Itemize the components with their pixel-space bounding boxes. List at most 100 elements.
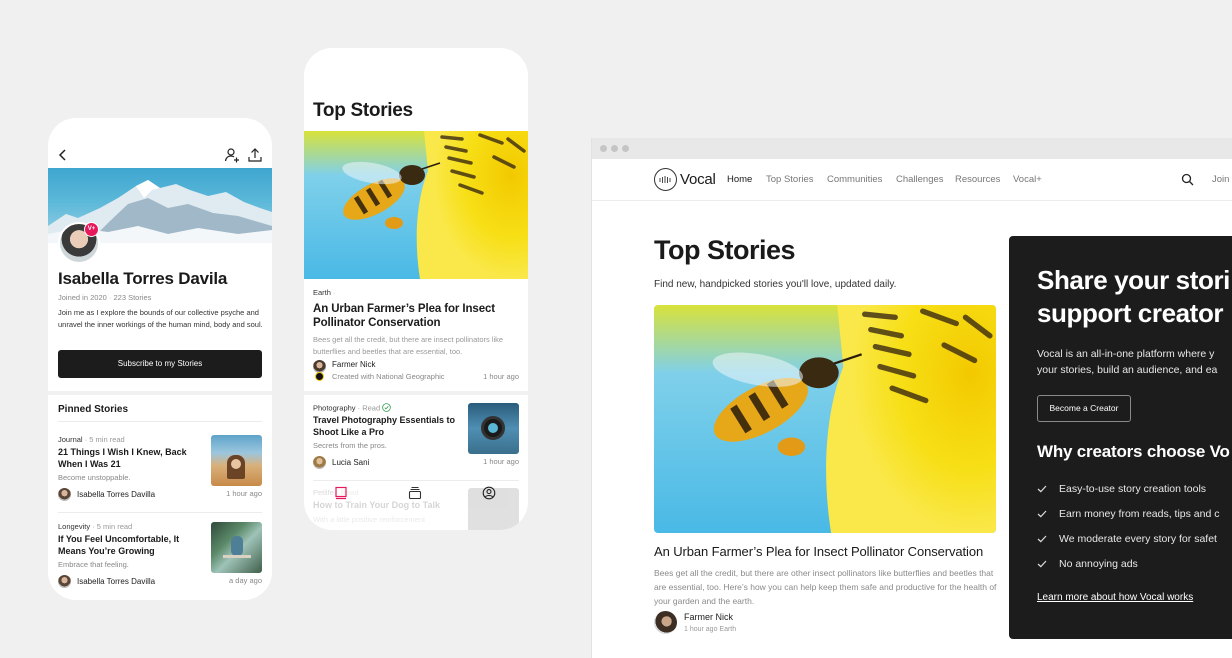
featured-story-excerpt: Bees get all the credit, but there are o… <box>654 568 997 606</box>
feature-item: No annoying ads <box>1037 558 1220 583</box>
featured-story[interactable]: Earth · An Urban Farmer’s Plea for Insec… <box>313 288 519 357</box>
story-time: 1 hour ago <box>483 372 519 381</box>
divider <box>58 512 262 513</box>
promo-heading-line: Share your stori <box>1037 265 1230 295</box>
learn-more-link[interactable]: Learn more about how Vocal works <box>1037 592 1193 603</box>
back-arrow-icon[interactable] <box>56 148 70 162</box>
story-category: Earth <box>313 288 331 297</box>
collections-icon[interactable] <box>408 486 422 500</box>
nav-resources[interactable]: Resources <box>955 174 1000 185</box>
divider <box>58 421 262 422</box>
window-minimize-button[interactable] <box>611 145 618 152</box>
featured-story-title[interactable]: An Urban Farmer’s Plea for Insect Pollin… <box>654 544 983 559</box>
read-check-icon <box>382 403 391 412</box>
bottom-tab-bar <box>304 486 528 504</box>
story-thumbnail[interactable] <box>468 403 519 454</box>
nav-vocal-plus[interactable]: Vocal+ <box>1013 174 1042 185</box>
page-subtitle: Find new, handpicked stories you'll love… <box>654 279 897 290</box>
feed-title: Top Stories <box>313 100 413 121</box>
promo-body-line: Vocal is an all-in-one platform where y <box>1037 348 1215 360</box>
bee-on-sunflower-image <box>304 131 528 279</box>
feed-phone: Top Stories Earth · An Urban Farmer’s Pl… <box>304 48 528 530</box>
author-name[interactable]: Isabella Torres Davilla <box>77 490 155 499</box>
browser-window: Vocal Home Top Stories Communities Chall… <box>591 138 1232 658</box>
profile-name: Isabella Torres Davila <box>58 269 228 288</box>
become-creator-button[interactable]: Become a Creator <box>1037 395 1131 422</box>
section-divider <box>304 391 528 395</box>
promo-body: Vocal is an all-in-one platform where y … <box>1037 346 1232 378</box>
author-avatar[interactable] <box>58 487 71 501</box>
feed-icon[interactable] <box>334 486 348 500</box>
feature-text: Easy-to-use story creation tools <box>1059 483 1207 495</box>
follow-user-icon[interactable] <box>224 147 240 163</box>
author-avatar[interactable] <box>58 574 71 588</box>
feature-text: We moderate every story for safet <box>1059 533 1217 545</box>
story-title[interactable]: 21 Things I Wish I Knew, Back When I Was… <box>58 447 203 470</box>
featured-author: Farmer Nick Created with National Geogra… <box>313 359 519 383</box>
story-title[interactable]: If You Feel Uncomfortable, It Means You’… <box>58 534 203 557</box>
divider <box>313 480 519 481</box>
page-title: Top Stories <box>654 235 796 265</box>
story-thumbnail[interactable] <box>211 435 262 486</box>
feature-item: Earn money from reads, tips and c <box>1037 508 1220 533</box>
story-list-item[interactable]: Journal · 5 min read 21 Things I Wish I … <box>58 435 262 507</box>
national-geographic-badge <box>315 372 324 381</box>
story-subtitle: With a little positive reinforcement <box>313 515 426 524</box>
nav-home[interactable]: Home <box>727 174 752 185</box>
subscribe-button[interactable]: Subscribe to my Stories <box>58 350 262 378</box>
featured-story-image[interactable] <box>654 305 996 533</box>
author-name[interactable]: Farmer Nick <box>684 612 733 622</box>
author-avatar[interactable] <box>313 455 326 469</box>
brand-name: Vocal <box>680 171 716 188</box>
vocal-plus-badge: V+ <box>84 222 99 237</box>
story-list-item[interactable]: Photography · Read Travel Photography Es… <box>313 403 519 478</box>
story-meta: 1 hour ago Earth <box>684 626 737 633</box>
story-subtitle: Become unstoppable. <box>58 473 131 482</box>
window-maximize-button[interactable] <box>622 145 629 152</box>
check-icon <box>1037 485 1047 493</box>
story-thumbnail[interactable] <box>211 522 262 573</box>
site-header: Vocal Home Top Stories Communities Chall… <box>592 159 1232 201</box>
profile-bio: Join me as I explore the bounds of our c… <box>58 308 263 329</box>
vocal-logo-icon <box>654 168 677 191</box>
check-icon <box>1037 510 1047 518</box>
check-icon <box>1037 535 1047 543</box>
promo-heading-line: support creator <box>1037 298 1224 328</box>
promo-heading: Share your stori support creator <box>1037 264 1232 330</box>
search-icon[interactable] <box>1181 173 1194 186</box>
nav-top-stories[interactable]: Top Stories <box>766 174 814 185</box>
vocal-logo[interactable]: Vocal <box>654 168 716 191</box>
featured-story-image[interactable] <box>304 131 528 279</box>
window-close-button[interactable] <box>600 145 607 152</box>
author-avatar[interactable] <box>654 611 677 634</box>
story-category: Journal <box>58 435 83 444</box>
author-name[interactable]: Farmer Nick <box>332 360 376 369</box>
share-icon[interactable] <box>247 147 263 163</box>
bee-on-sunflower-image <box>654 305 996 533</box>
profile-top-bar <box>48 118 272 168</box>
story-category: Longevity <box>58 522 91 531</box>
join-link[interactable]: Join <box>1212 174 1229 185</box>
story-time: a day ago <box>229 576 262 585</box>
nav-challenges[interactable]: Challenges <box>896 174 944 185</box>
author-name[interactable]: Isabella Torres Davilla <box>77 577 155 586</box>
why-creators-heading: Why creators choose Vo <box>1037 442 1230 461</box>
author-name[interactable]: Lucia Sani <box>332 458 369 467</box>
featured-story-excerpt: Bees get all the credit, but there are i… <box>313 335 504 356</box>
nav-communities[interactable]: Communities <box>827 174 882 185</box>
check-icon <box>1037 560 1047 568</box>
story-title[interactable]: Travel Photography Essentials to Shoot L… <box>313 415 458 438</box>
read-status: Read <box>362 403 381 413</box>
story-category: Photography <box>313 403 356 413</box>
featured-story-title[interactable]: An Urban Farmer’s Plea for Insect Pollin… <box>313 302 519 330</box>
pinned-stories-heading: Pinned Stories <box>58 404 129 415</box>
feature-list: Easy-to-use story creation tools Earn mo… <box>1037 483 1220 583</box>
feature-text: No annoying ads <box>1059 558 1138 570</box>
profile-phone: V+ Isabella Torres Davila Joined in 2020… <box>48 118 272 600</box>
profile-icon[interactable] <box>482 486 496 500</box>
story-credit: Created with National Geographic <box>332 372 445 381</box>
story-time: 1 hour ago <box>226 489 262 498</box>
story-list-item[interactable]: Longevity · 5 min read If You Feel Uncom… <box>58 522 262 594</box>
creator-promo-panel: Share your stori support creator Vocal i… <box>1009 236 1232 639</box>
profile-meta: Joined in 2020 · 223 Stories <box>58 293 152 302</box>
